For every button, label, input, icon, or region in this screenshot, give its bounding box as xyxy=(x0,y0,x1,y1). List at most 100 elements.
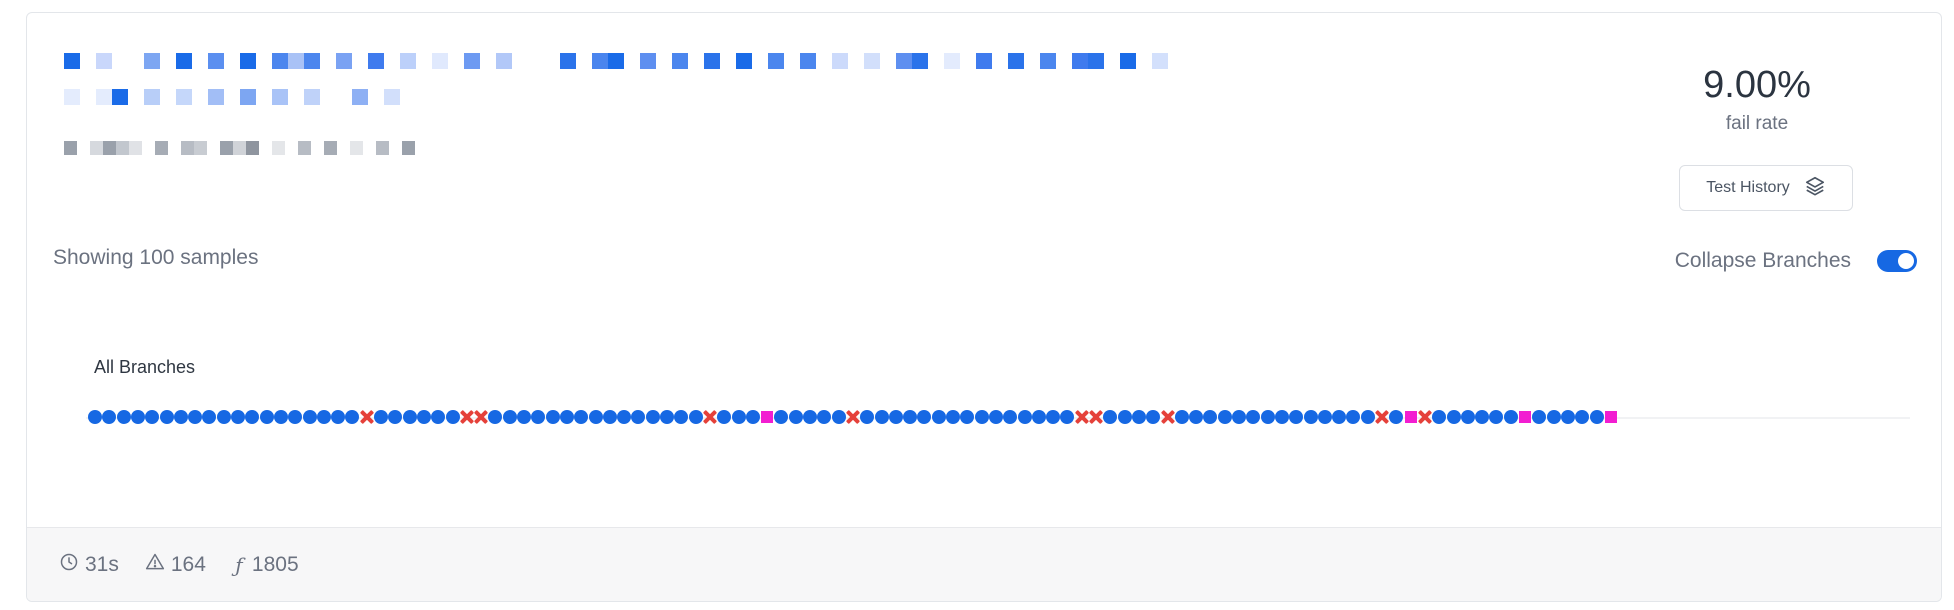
redaction-pixel xyxy=(1024,53,1040,69)
redaction-pixel xyxy=(832,53,848,69)
fail-rate-value: 9.00% xyxy=(1703,64,1811,106)
redaction-pixel xyxy=(240,89,256,105)
redaction-pixel xyxy=(96,89,112,105)
redaction-pixel xyxy=(816,53,832,69)
redaction-pixel xyxy=(800,53,816,69)
redaction-pixel xyxy=(912,53,928,69)
redacted-test-path xyxy=(64,141,428,155)
redaction-pixel xyxy=(720,53,736,69)
redaction-pixel xyxy=(64,89,80,105)
redaction-pixel xyxy=(880,53,896,69)
redaction-pixel xyxy=(96,53,112,69)
redaction-pixel xyxy=(142,141,155,155)
card-footer: 31s 164 ƒ 1805 xyxy=(27,527,1941,601)
redaction-pixel xyxy=(389,141,402,155)
functions-stat: ƒ 1805 xyxy=(232,552,298,577)
redaction-pixel xyxy=(224,89,240,105)
redaction-pixel xyxy=(416,53,432,69)
toggle-knob xyxy=(1898,253,1914,269)
redaction-pixel xyxy=(864,53,880,69)
redacted-test-title xyxy=(64,53,1184,69)
redaction-pixel xyxy=(960,53,976,69)
redaction-pixel xyxy=(608,53,624,69)
redaction-pixel xyxy=(415,141,428,155)
redaction-pixel xyxy=(432,53,448,69)
redaction-pixel xyxy=(90,141,103,155)
redaction-pixel xyxy=(736,53,752,69)
redaction-pixel xyxy=(528,53,544,69)
redaction-pixel xyxy=(194,141,207,155)
redaction-pixel xyxy=(576,53,592,69)
redaction-pixel xyxy=(116,141,129,155)
redaction-pixel xyxy=(1152,53,1168,69)
redaction-pixel xyxy=(77,141,90,155)
test-history-label: Test History xyxy=(1706,179,1790,196)
layers-icon xyxy=(1804,175,1826,202)
test-history-button[interactable]: Test History xyxy=(1679,165,1853,211)
fail-rate-stat: 9.00% fail rate xyxy=(1657,64,1857,135)
redaction-pixel xyxy=(320,89,336,105)
redaction-pixel xyxy=(160,53,176,69)
redaction-pixel xyxy=(976,53,992,69)
redaction-pixel xyxy=(688,53,704,69)
redaction-pixel xyxy=(311,141,324,155)
redaction-pixel xyxy=(256,53,272,69)
redaction-pixel xyxy=(496,53,512,69)
redaction-pixel xyxy=(402,141,415,155)
redaction-pixel xyxy=(592,53,608,69)
redaction-pixel xyxy=(103,141,116,155)
redaction-pixel xyxy=(1136,53,1152,69)
redaction-pixel xyxy=(336,53,352,69)
redaction-pixel xyxy=(155,141,168,155)
redaction-pixel xyxy=(400,53,416,69)
redaction-pixel xyxy=(240,53,256,69)
redaction-pixel xyxy=(624,53,640,69)
redaction-pixel xyxy=(207,141,220,155)
redaction-pixel xyxy=(272,53,288,69)
redaction-pixel xyxy=(350,141,363,155)
fail-rate-label: fail rate xyxy=(1725,112,1789,134)
warnings-stat: 164 xyxy=(145,552,206,578)
redaction-pixel xyxy=(246,141,259,155)
redaction-pixel xyxy=(304,53,320,69)
redaction-pixel xyxy=(448,53,464,69)
redaction-pixel xyxy=(233,141,246,155)
sample-flaky-marker[interactable] xyxy=(1602,408,1620,426)
redaction-pixel xyxy=(337,141,350,155)
redaction-pixel xyxy=(1168,53,1184,69)
samples-count-label: Showing 100 samples xyxy=(53,246,259,269)
redaction-pixel xyxy=(1072,53,1088,69)
redaction-pixel xyxy=(400,89,416,105)
clock-icon xyxy=(59,552,79,578)
redaction-pixel xyxy=(320,53,336,69)
redaction-pixel xyxy=(352,89,368,105)
redaction-pixel xyxy=(752,53,768,69)
redaction-pixel xyxy=(112,53,128,69)
redacted-test-title-continuation xyxy=(64,89,416,105)
redaction-pixel xyxy=(464,53,480,69)
redaction-pixel xyxy=(192,53,208,69)
redaction-pixel xyxy=(272,141,285,155)
redaction-pixel xyxy=(512,53,528,69)
redaction-pixel xyxy=(256,89,272,105)
redaction-pixel xyxy=(1040,53,1056,69)
redaction-pixel xyxy=(181,141,194,155)
redaction-pixel xyxy=(176,53,192,69)
redaction-pixel xyxy=(560,53,576,69)
redaction-pixel xyxy=(128,89,144,105)
redaction-pixel xyxy=(285,141,298,155)
redaction-pixel xyxy=(288,89,304,105)
redaction-pixel xyxy=(384,89,400,105)
function-icon: ƒ xyxy=(235,552,243,577)
collapse-branches-toggle[interactable] xyxy=(1877,250,1917,272)
collapse-branches-control: Collapse Branches xyxy=(1675,249,1917,273)
redaction-pixel xyxy=(368,89,384,105)
redaction-pixel xyxy=(1104,53,1120,69)
warnings-value: 164 xyxy=(170,552,206,576)
redaction-pixel xyxy=(480,53,496,69)
redaction-pixel xyxy=(363,141,376,155)
redaction-pixel xyxy=(176,89,192,105)
redaction-pixel xyxy=(80,53,96,69)
redaction-pixel xyxy=(368,53,384,69)
warning-icon xyxy=(145,552,165,578)
